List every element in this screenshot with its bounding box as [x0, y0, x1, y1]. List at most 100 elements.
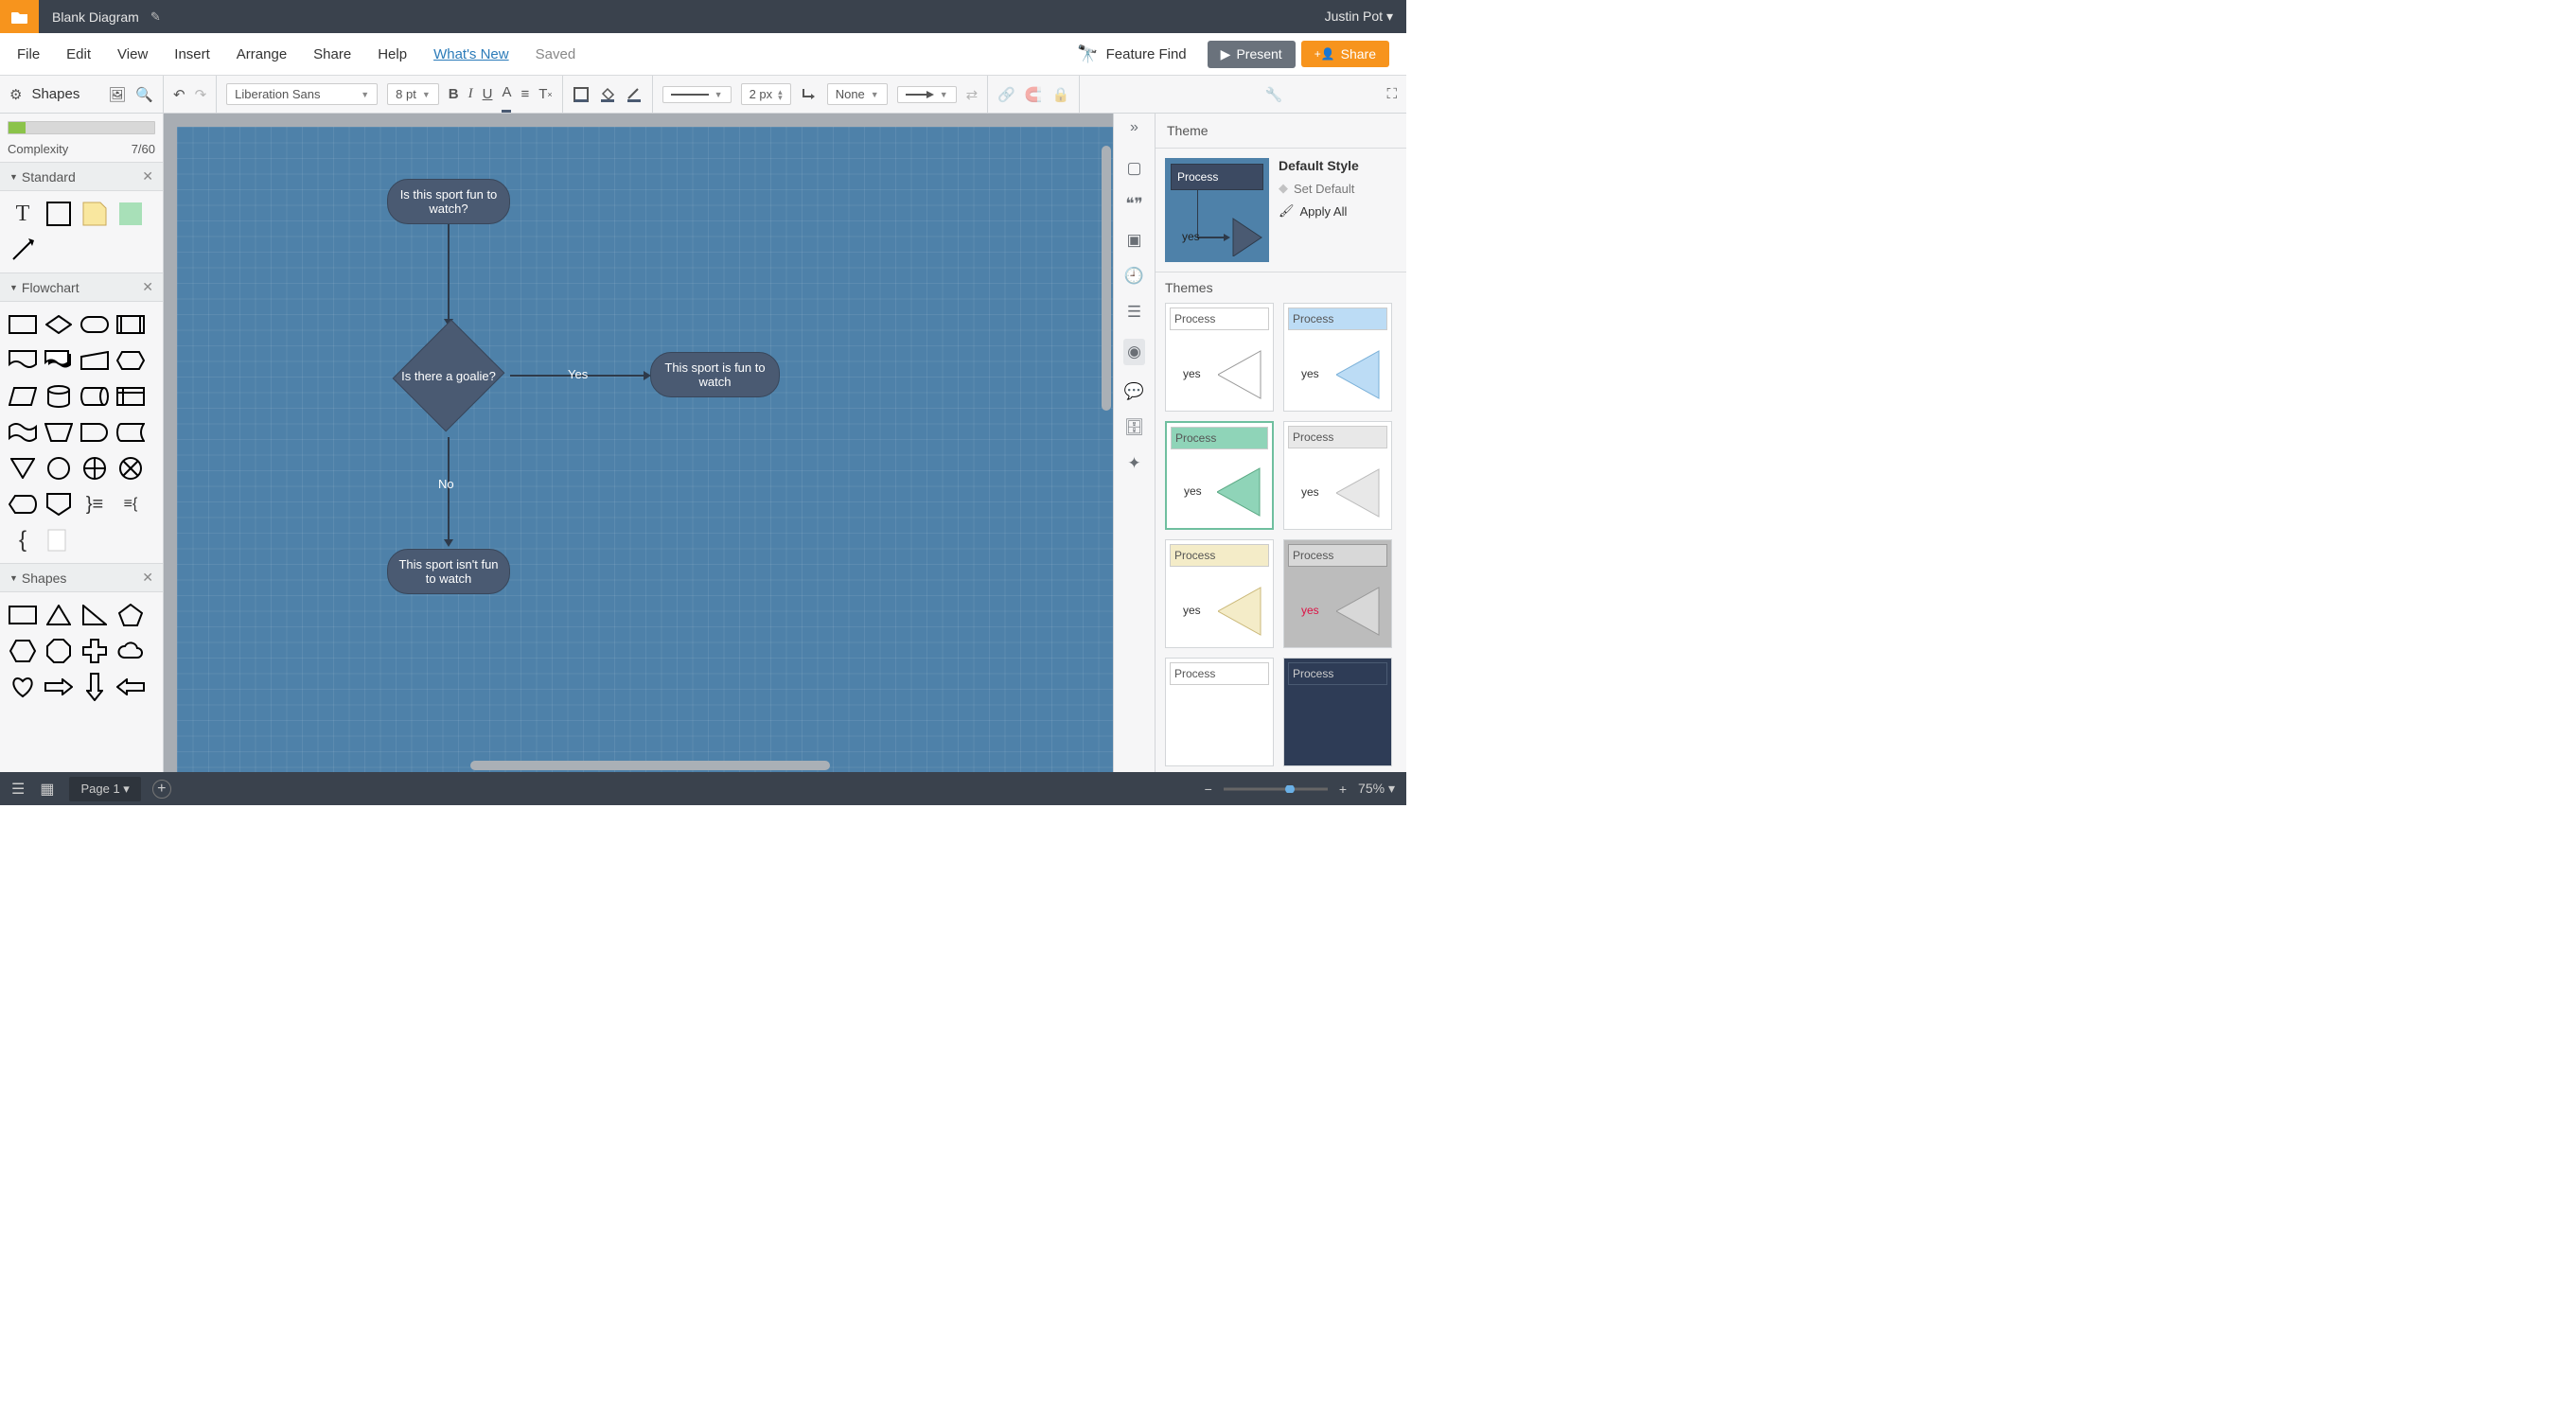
fc-delay[interactable]	[78, 415, 112, 449]
panel-header-shapes[interactable]: ▼Shapes✕	[0, 563, 163, 592]
theme-option-4[interactable]: Processyes	[1283, 421, 1392, 530]
document-folder-icon[interactable]	[0, 0, 39, 33]
font-family-select[interactable]: Liberation Sans▼	[226, 83, 378, 105]
block-shape[interactable]	[42, 197, 76, 231]
grid-view-icon[interactable]: ▦	[40, 780, 54, 799]
fullscreen-icon[interactable]: ⛶	[1386, 76, 1397, 113]
sh-arrow-l[interactable]	[114, 670, 148, 704]
theme-option-3[interactable]: Processyes	[1165, 421, 1274, 530]
sh-cloud[interactable]	[114, 634, 148, 668]
fc-brace-right[interactable]: }≡	[78, 487, 112, 521]
bucket-fill-button[interactable]	[599, 76, 616, 113]
magnet-icon[interactable]: 🧲	[1025, 76, 1043, 113]
add-page-button[interactable]: +	[152, 780, 171, 799]
theme-option-2[interactable]: Processyes	[1283, 303, 1392, 412]
hotspot-shape[interactable]	[114, 197, 148, 231]
expand-panel-icon[interactable]: »	[1130, 119, 1138, 136]
fc-multidoc[interactable]	[42, 343, 76, 378]
fc-display[interactable]	[6, 487, 40, 521]
theme-option-6[interactable]: Processyes	[1283, 539, 1392, 648]
sh-arrow-d[interactable]	[78, 670, 112, 704]
zoom-slider[interactable]	[1224, 785, 1328, 793]
outline-view-icon[interactable]: ☰	[11, 780, 25, 799]
font-size-select[interactable]: 8 pt▼	[387, 83, 439, 105]
menu-help[interactable]: Help	[378, 46, 407, 62]
fc-predefined[interactable]	[114, 308, 148, 342]
history-icon[interactable]: 🕘	[1124, 267, 1144, 286]
flowchart-node-result-yes[interactable]: This sport is fun to watch	[650, 352, 780, 397]
fc-directdata[interactable]	[78, 379, 112, 413]
text-shape[interactable]: T	[6, 197, 40, 231]
edge[interactable]	[448, 224, 450, 321]
redo-icon[interactable]: ↷	[195, 76, 207, 113]
canvas-area[interactable]: Is this sport fun to watch? Is there a g…	[164, 114, 1113, 772]
data-icon[interactable]: 🗄	[1124, 418, 1145, 437]
italic-button[interactable]: I	[468, 76, 473, 113]
fc-preparation[interactable]	[114, 343, 148, 378]
panel-header-flowchart[interactable]: ▼Flowchart✕	[0, 272, 163, 302]
present-button[interactable]: ▶ Present	[1208, 41, 1296, 68]
sh-pent[interactable]	[114, 598, 148, 632]
fc-connector[interactable]	[42, 451, 76, 485]
binoculars-icon[interactable]: 🔭	[1077, 44, 1098, 64]
image-icon[interactable]: 🖼	[108, 76, 126, 113]
fc-sum[interactable]	[114, 451, 148, 485]
document-title[interactable]: Blank Diagram	[52, 9, 139, 25]
line-shape[interactable]	[6, 233, 40, 267]
edit-title-icon[interactable]: ✎	[150, 9, 161, 25]
swap-direction-button[interactable]: ⇄	[966, 76, 979, 113]
sh-hex[interactable]	[6, 634, 40, 668]
sh-cross[interactable]	[78, 634, 112, 668]
fc-terminator[interactable]	[78, 308, 112, 342]
chat-icon[interactable]: 💬	[1124, 382, 1144, 401]
sh-oct[interactable]	[42, 634, 76, 668]
presentation-icon[interactable]: ▣	[1126, 231, 1141, 250]
menu-share[interactable]: Share	[313, 46, 351, 62]
close-icon[interactable]: ✕	[142, 279, 153, 295]
gear-icon[interactable]: ⚙	[9, 76, 22, 113]
line-color-button[interactable]	[626, 76, 643, 113]
feature-find[interactable]: Feature Find	[1106, 46, 1187, 62]
magic-icon[interactable]: ✦	[1127, 454, 1140, 473]
menu-view[interactable]: View	[117, 46, 148, 62]
edge-label-no[interactable]: No	[438, 477, 454, 491]
canvas[interactable]: Is this sport fun to watch? Is there a g…	[177, 127, 1113, 772]
edge-label-yes[interactable]: Yes	[568, 367, 588, 381]
wrench-icon[interactable]: 🔧	[1265, 76, 1283, 113]
sh-arrow-r[interactable]	[42, 670, 76, 704]
share-button[interactable]: +👤 Share	[1301, 41, 1389, 67]
fc-process[interactable]	[6, 308, 40, 342]
fc-stored[interactable]	[114, 415, 148, 449]
close-icon[interactable]: ✕	[142, 168, 153, 185]
set-default-button[interactable]: ◆Set Default	[1279, 181, 1397, 196]
horizontal-scrollbar[interactable]	[470, 761, 830, 770]
page-selector[interactable]: Page 1 ▾	[69, 777, 140, 801]
fc-note2[interactable]: ≡{	[114, 487, 148, 521]
zoom-out-button[interactable]: −	[1205, 782, 1212, 797]
fc-decision[interactable]	[42, 308, 76, 342]
fc-manual-op[interactable]	[42, 415, 76, 449]
theme-icon[interactable]: ◉	[1123, 339, 1145, 365]
text-color-button[interactable]: A	[502, 76, 511, 113]
vertical-scrollbar[interactable]	[1102, 146, 1111, 411]
lock-icon[interactable]: 🔒	[1052, 76, 1070, 113]
close-icon[interactable]: ✕	[142, 570, 153, 586]
theme-option-5[interactable]: Processyes	[1165, 539, 1274, 648]
flowchart-node-decision[interactable]: Is there a goalie?	[401, 328, 496, 423]
theme-option-1[interactable]: Processyes	[1165, 303, 1274, 412]
apply-all-button[interactable]: 🖌Apply All	[1279, 203, 1397, 219]
fc-or[interactable]	[78, 451, 112, 485]
search-icon[interactable]: 🔍	[135, 76, 153, 113]
sh-rtri[interactable]	[78, 598, 112, 632]
fc-database[interactable]	[42, 379, 76, 413]
line-pattern-select[interactable]: ▼	[662, 86, 732, 103]
fc-internal[interactable]	[114, 379, 148, 413]
menu-whats-new[interactable]: What's New	[433, 46, 509, 62]
zoom-in-button[interactable]: +	[1339, 782, 1347, 797]
user-menu[interactable]: Justin Pot ▾	[1325, 9, 1393, 25]
sh-heart[interactable]	[6, 670, 40, 704]
sh-rect[interactable]	[6, 598, 40, 632]
fc-offpage[interactable]	[42, 487, 76, 521]
fc-brace-left[interactable]: {	[6, 523, 40, 557]
menu-edit[interactable]: Edit	[66, 46, 91, 62]
